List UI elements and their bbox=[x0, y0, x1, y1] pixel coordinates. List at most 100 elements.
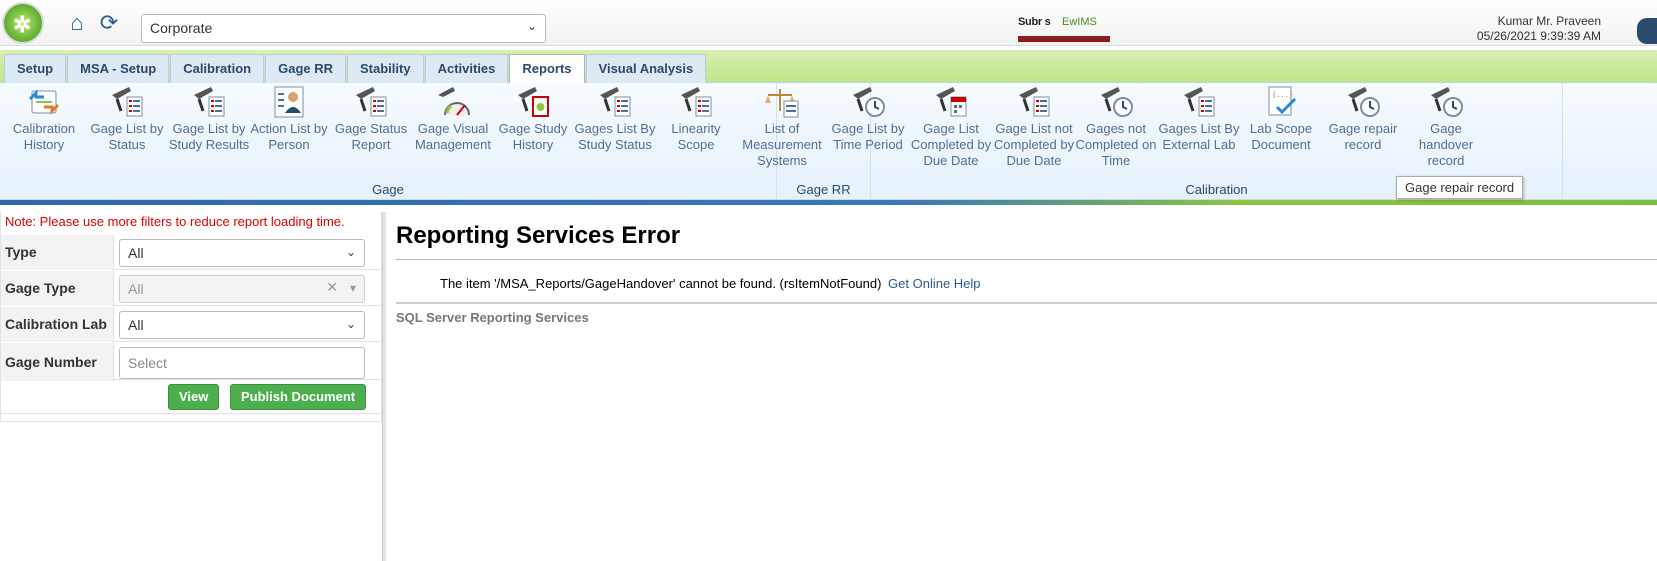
ribbon-item-gage-list-not-completed-by-due-date[interactable]: Gage List not Completed by Due Date bbox=[993, 85, 1075, 169]
tooltip: Gage repair record bbox=[1396, 176, 1524, 199]
publish-document-button[interactable]: Publish Document bbox=[230, 384, 367, 410]
caliper-clock-icon bbox=[1345, 85, 1381, 119]
ribbon-item-label: Gage Study History bbox=[498, 121, 568, 152]
ribbon-item-gage-list-by-status[interactable]: Gage List by Status bbox=[86, 85, 168, 153]
caliper-list-icon bbox=[191, 85, 227, 119]
user-avatar-icon[interactable] bbox=[1637, 18, 1657, 44]
type-label: Type bbox=[0, 235, 114, 271]
view-button[interactable]: View bbox=[168, 384, 220, 410]
calibration-lab-select[interactable]: All ⌄ bbox=[119, 311, 365, 339]
ribbon-item-label: Gage repair record bbox=[1328, 121, 1398, 152]
report-error-message: The item '/MSA_Reports/GageHandover' can… bbox=[440, 276, 981, 291]
ribbon-item-gage-repair-record[interactable]: Gage repair record bbox=[1322, 85, 1404, 153]
online-help-link[interactable]: Get Online Help bbox=[888, 276, 981, 291]
ribbon-item-calibration-history[interactable]: Calibration History bbox=[3, 85, 85, 153]
current-datetime: 05/26/2021 9:39:39 AM bbox=[1476, 29, 1601, 43]
tab-activities[interactable]: Activities bbox=[424, 54, 509, 83]
filter-note: Note: Please use more filters to reduce … bbox=[5, 214, 345, 229]
gage-type-select-value: All bbox=[128, 281, 144, 297]
ribbon-item-label: Gages not Completed on Time bbox=[1075, 121, 1157, 168]
ribbon-item-label: Gage List by Status bbox=[90, 121, 164, 152]
tab-stability[interactable]: Stability bbox=[347, 54, 424, 83]
gage-type-label: Gage Type bbox=[0, 271, 114, 307]
home-icon[interactable]: ⌂ bbox=[64, 10, 90, 36]
caliper-list-icon bbox=[1016, 85, 1052, 119]
chevron-down-icon: ⌄ bbox=[526, 19, 537, 33]
tab-calibration[interactable]: Calibration bbox=[170, 54, 265, 83]
ribbon-item-label: Gage List Completed by Due Date bbox=[910, 121, 992, 168]
type-select-value: All bbox=[128, 245, 144, 261]
clear-icon[interactable]: ✕ bbox=[326, 279, 338, 296]
report-error-title: Reporting Services Error bbox=[396, 222, 681, 249]
calibration-lab-label: Calibration Lab bbox=[0, 307, 114, 343]
tab-gage-rr[interactable]: Gage RR bbox=[265, 54, 347, 83]
caliper-history-icon bbox=[515, 85, 551, 119]
scale-list-icon bbox=[764, 85, 800, 119]
ribbon-item-gage-handover-record[interactable]: Gage handover record bbox=[1405, 85, 1487, 169]
chevron-down-icon: ⌄ bbox=[345, 245, 356, 259]
user-name: Kumar Mr. Praveen bbox=[1497, 14, 1601, 28]
ribbon-item-linearity-scope[interactable]: Linearity Scope bbox=[655, 85, 737, 153]
divider bbox=[396, 259, 1657, 260]
ribbon-item-gage-list-completed-by-due-date[interactable]: Gage List Completed by Due Date bbox=[910, 85, 992, 169]
ribbon-item-gage-visual-management[interactable]: Gage Visual Management bbox=[412, 85, 494, 153]
gage-type-select[interactable]: All ✕ ▾ bbox=[119, 275, 365, 303]
ribbon-item-label: Gage Visual Management bbox=[415, 121, 491, 152]
top-bar: ✲ ⌂ ⟳ Corporate ⌄ Subr s EwIMS Kumar Mr.… bbox=[0, 0, 1657, 46]
group-label-gage: Gage bbox=[372, 182, 404, 197]
ribbon-item-label: Gage handover record bbox=[1418, 121, 1474, 168]
calibration-history-icon bbox=[26, 85, 62, 119]
user-info: Kumar Mr. Praveen 05/26/2021 9:39:39 AM bbox=[1477, 14, 1601, 44]
ribbon-item-label: List of Measurement Systems bbox=[742, 121, 822, 168]
ribbon-item-gage-list-by-time-period[interactable]: Gage List by Time Period bbox=[827, 85, 909, 153]
caliper-clock-icon bbox=[1098, 85, 1134, 119]
type-select[interactable]: All ⌄ bbox=[119, 239, 365, 267]
ribbon-item-label: Gages List By External Lab bbox=[1158, 121, 1240, 152]
ribbon-item-lab-scope-document[interactable]: {...} Lab Scope Document bbox=[1240, 85, 1322, 153]
panel-splitter[interactable] bbox=[382, 212, 386, 561]
ribbon-item-gage-status-report[interactable]: Gage Status Report bbox=[330, 85, 412, 153]
ribbon-item-label: Gage List not Completed by Due Date bbox=[993, 121, 1075, 168]
caliper-list-icon bbox=[353, 85, 389, 119]
filter-panel: Note: Please use more filters to reduce … bbox=[0, 212, 382, 414]
ribbon-item-gages-not-completed-on-time[interactable]: Gages not Completed on Time bbox=[1075, 85, 1157, 169]
chevron-down-icon: ⌄ bbox=[345, 317, 356, 331]
ribbon-item-label: Action List by Person bbox=[250, 121, 328, 152]
brand-bar bbox=[1018, 36, 1110, 42]
gage-number-placeholder: Select bbox=[128, 355, 167, 371]
caliper-list-icon bbox=[597, 85, 633, 119]
tab-msa-setup[interactable]: MSA - Setup bbox=[67, 54, 170, 83]
gauge-meter-icon bbox=[435, 85, 471, 119]
ssrs-footer: SQL Server Reporting Services bbox=[396, 310, 589, 325]
ribbon-item-gages-list-by-external-lab[interactable]: Gages List By External Lab bbox=[1158, 85, 1240, 153]
caliper-clock-icon bbox=[850, 85, 886, 119]
ribbon-item-label: Linearity Scope bbox=[671, 121, 721, 152]
ribbon-item-gage-list-by-study-results[interactable]: Gage List by Study Results bbox=[168, 85, 250, 153]
caliper-list-icon bbox=[109, 85, 145, 119]
caliper-list-icon bbox=[678, 85, 714, 119]
ribbon-item-gages-list-by-study-status[interactable]: Gages List By Study Status bbox=[574, 85, 656, 153]
person-list-icon bbox=[271, 85, 307, 119]
divider bbox=[396, 302, 1657, 304]
refresh-icon[interactable]: ⟳ bbox=[96, 10, 122, 36]
ribbon-item-action-list-by-person[interactable]: Action List by Person bbox=[248, 85, 330, 153]
svg-text:{...}: {...} bbox=[1272, 91, 1293, 99]
caliper-clock-icon bbox=[1428, 85, 1464, 119]
company-select-value: Corporate bbox=[150, 20, 213, 36]
caliper-list-icon bbox=[1181, 85, 1217, 119]
calibration-lab-select-value: All bbox=[128, 317, 144, 333]
logo-sun-icon: ✲ bbox=[13, 12, 32, 37]
ribbon-item-label: Lab Scope Document bbox=[1249, 121, 1313, 152]
app-logo[interactable]: ✲ bbox=[2, 2, 44, 44]
filter-row-type: Type All ⌄ bbox=[0, 234, 382, 271]
brand-right: EwIMS bbox=[1062, 16, 1097, 28]
ribbon-item-list-of-measurement-systems[interactable]: List of Measurement Systems bbox=[741, 85, 823, 169]
brand-logo: Subr s EwIMS bbox=[1018, 14, 1110, 42]
module-tab-bar: Setup MSA - Setup Calibration Gage RR Stabil… bbox=[0, 50, 1657, 84]
tab-setup[interactable]: Setup bbox=[4, 54, 67, 83]
ribbon-item-gage-study-history[interactable]: Gage Study History bbox=[492, 85, 574, 153]
tab-reports[interactable]: Reports bbox=[509, 54, 585, 84]
tab-visual-analysis[interactable]: Visual Analysis bbox=[585, 54, 707, 83]
gage-number-input[interactable]: Select bbox=[119, 347, 365, 379]
company-select[interactable]: Corporate ⌄ bbox=[141, 14, 546, 43]
